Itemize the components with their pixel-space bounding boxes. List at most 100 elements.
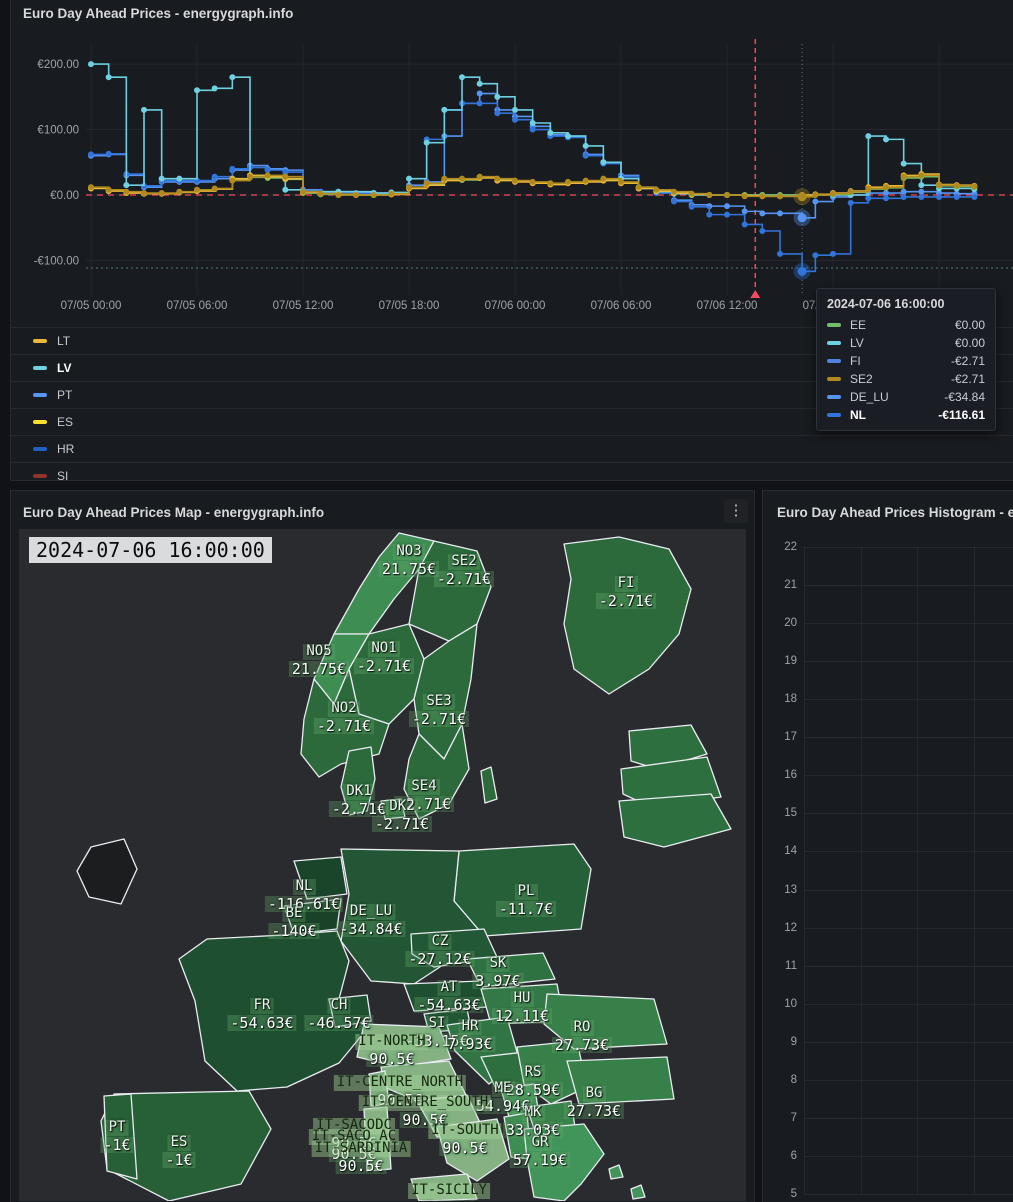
series-color-swatch [827, 377, 841, 381]
hist-y-tick: 13 [767, 884, 797, 896]
hist-y-tick: 17 [767, 731, 797, 743]
x-axis-tick: 07/06 12:00 [697, 300, 758, 312]
map-region-PT [104, 1094, 137, 1179]
series-color-swatch [827, 359, 841, 363]
x-axis-tick: 07/06 06:00 [591, 300, 652, 312]
series-color-swatch [33, 339, 47, 343]
x-axis-tick: 07/05 00:00 [61, 300, 122, 312]
hist-y-tick: 16 [767, 769, 797, 781]
map-region-IT-NORTH [357, 1024, 451, 1067]
tooltip-row-EE: EE €0.00 [827, 318, 985, 332]
tooltip-series-value: -€2.71 [951, 372, 985, 386]
legend-label: PT [57, 388, 72, 402]
hist-y-tick: 10 [767, 998, 797, 1010]
hist-y-tick: 8 [767, 1074, 797, 1086]
map-region-DK2 [381, 799, 405, 819]
legend-item-SI[interactable]: SI [11, 462, 1013, 489]
map-region-BG [567, 1057, 674, 1104]
series-color-swatch [33, 447, 47, 451]
tooltip-timestamp: 2024-07-06 16:00:00 [827, 297, 985, 311]
x-axis-tick: 07/05 06:00 [167, 300, 228, 312]
map-region-CORSICA [369, 1071, 389, 1106]
hist-y-tick: 5 [767, 1188, 797, 1200]
map-region-IT-CN [381, 1061, 467, 1101]
hist-y-tick: 9 [767, 1036, 797, 1048]
map-region-AT [404, 981, 487, 1011]
tooltip-series-value: -€116.61 [938, 408, 985, 422]
map-region-IT-S [437, 1119, 509, 1181]
hist-y-tick: 22 [767, 541, 797, 553]
histogram-panel: Euro Day Ahead Prices Histogram - energy… [762, 490, 1013, 1202]
legend-label: LV [57, 361, 71, 375]
tooltip-series-value: -€34.84 [944, 390, 985, 404]
tooltip-series-value: €0.00 [955, 318, 985, 332]
map-panel-title: Euro Day Ahead Prices Map - energygraph.… [23, 505, 324, 520]
y-axis-tick: €200.00 [37, 59, 79, 71]
x-axis-tick: 07/06 00:00 [485, 300, 546, 312]
map-region-SARDINIA [364, 1107, 391, 1171]
histogram-panel-title: Euro Day Ahead Prices Histogram - energy… [777, 505, 1013, 520]
y-axis-tick: €0.00 [50, 190, 79, 202]
tooltip-row-LV: LV €0.00 [827, 336, 985, 350]
legend-label: HR [57, 442, 74, 456]
timeseries-panel: Euro Day Ahead Prices - energygraph.info… [10, 0, 1013, 481]
hist-y-tick: 6 [767, 1150, 797, 1162]
timeseries-chart[interactable]: €200.00 €100.00 €0.00 -€100.00 07/05 00:00 07… [11, 0, 1013, 317]
hist-y-tick: 18 [767, 693, 797, 705]
x-axis-tick: 07/05 18:00 [379, 300, 440, 312]
hist-y-tick: 12 [767, 922, 797, 934]
tooltip-series-name: SE2 [850, 372, 873, 386]
map-region-LT [619, 794, 731, 847]
x-axis-tick: 07/05 12:00 [273, 300, 334, 312]
tooltip-row-DE_LU: DE_LU -€34.84 [827, 390, 985, 404]
series-color-swatch [827, 323, 841, 327]
legend-label: SI [57, 469, 68, 483]
map-region-NL [294, 857, 347, 899]
series-color-swatch [827, 341, 841, 345]
legend-item-HR[interactable]: HR [11, 435, 1013, 462]
y-axis-tick: €100.00 [37, 125, 79, 137]
chart-tooltip: 2024-07-06 16:00:00 EE €0.00 LV €0.00 FI… [816, 288, 996, 431]
map-region-FI [564, 537, 691, 694]
tooltip-series-name: NL [850, 408, 866, 422]
tooltip-series-name: EE [850, 318, 866, 332]
map-timestamp: 2024-07-06 16:00:00 [29, 537, 272, 563]
tooltip-row-SE2: SE2 -€2.71 [827, 372, 985, 386]
panel-kebab-menu-icon[interactable]: ⋮ [724, 499, 748, 523]
map-region-SICILY [411, 1174, 477, 1201]
map-panel: Euro Day Ahead Prices Map - energygraph.… [10, 490, 755, 1202]
hist-y-tick: 7 [767, 1112, 797, 1124]
map-region-RO [544, 994, 667, 1049]
tooltip-series-name: FI [850, 354, 861, 368]
tooltip-series-name: DE_LU [850, 390, 889, 404]
map-region-GR-ISL2 [631, 1185, 645, 1199]
tooltip-row-NL: NL -€116.61 [827, 408, 985, 422]
hist-y-tick: 11 [767, 960, 797, 972]
map-region-GR-ISL1 [609, 1165, 623, 1179]
series-NL [88, 100, 977, 274]
map-region-GOTLAND [481, 767, 497, 803]
legend-label: ES [57, 415, 73, 429]
series-color-swatch [827, 413, 841, 417]
map-region-IE [77, 839, 137, 904]
grafana-dashboard: { "top_panel": { "title": "Euro Day Ahea… [0, 0, 1013, 1200]
hist-y-tick: 14 [767, 845, 797, 857]
legend-label: LT [57, 334, 70, 348]
tooltip-series-value: €0.00 [955, 336, 985, 350]
series-color-swatch [827, 395, 841, 399]
map-region-PL [454, 844, 591, 936]
map-region-CH [329, 995, 371, 1027]
tooltip-row-FI: FI -€2.71 [827, 354, 985, 368]
europe-map-svg [19, 529, 746, 1201]
y-axis-tick: -€100.00 [34, 255, 79, 267]
annotation-marker-icon [750, 290, 760, 298]
tooltip-series-name: LV [850, 336, 864, 350]
series-color-swatch [33, 474, 47, 478]
europe-map: 2024-07-06 16:00:00 NO3 21.75€SE2 -2.71€… [19, 529, 746, 1201]
series-color-swatch [33, 420, 47, 424]
series-color-swatch [33, 366, 47, 370]
series-color-swatch [33, 393, 47, 397]
tooltip-series-value: -€2.71 [951, 354, 985, 368]
hist-y-tick: 20 [767, 617, 797, 629]
map-region-BE [284, 899, 341, 934]
